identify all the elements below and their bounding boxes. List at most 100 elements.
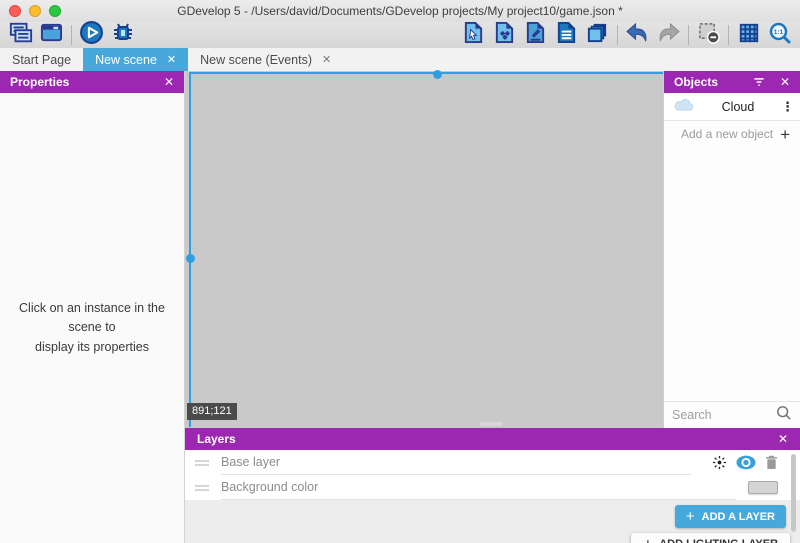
object-row-cloud[interactable]: Cloud ⋮ [664, 93, 800, 121]
search-input[interactable] [672, 408, 770, 422]
tab-start-page[interactable]: Start Page [0, 48, 83, 71]
titlebar: GDevelop 5 - /Users/david/Documents/GDev… [0, 0, 800, 22]
layer-name-field[interactable]: Base layer [221, 450, 691, 475]
gdevelop-window: GDevelop 5 - /Users/david/Documents/GDev… [0, 0, 800, 543]
add-layer-label: ADD A LAYER [702, 511, 775, 523]
layers-stack-icon [586, 21, 609, 49]
properties-panel: Properties ✕ Click on an instance in the… [0, 71, 185, 543]
filter-icon[interactable] [752, 76, 766, 88]
layers-panel: Layers ✕ Base layer [185, 428, 800, 543]
layer-row-base: Base layer [185, 450, 800, 475]
add-layer-button[interactable]: + ADD A LAYER [675, 505, 786, 528]
layers-scrollbar[interactable] [791, 454, 796, 532]
layers-editor-button[interactable] [582, 22, 613, 48]
add-object-row[interactable]: Add a new object + [664, 121, 800, 147]
toolbar-separator [688, 25, 689, 45]
redo-icon [656, 21, 681, 49]
resize-handle-left[interactable] [186, 254, 195, 263]
object-name: Cloud [695, 100, 781, 114]
message-line: Click on an instance in the scene to [6, 299, 178, 338]
layers-panel-header: Layers ✕ [185, 428, 800, 450]
cloud-icon [673, 98, 695, 116]
play-icon [79, 20, 104, 50]
preview-button[interactable] [76, 22, 107, 48]
undo-button[interactable] [622, 22, 653, 48]
panel-title: Layers [197, 432, 236, 446]
close-window-button[interactable] [9, 5, 21, 17]
layer-delete-trash-icon[interactable] [765, 455, 778, 470]
message-line: display its properties [6, 338, 178, 357]
instances-list-button[interactable] [551, 22, 582, 48]
file-list-icon [555, 21, 578, 49]
close-icon[interactable]: ✕ [322, 53, 331, 66]
background-color-swatch[interactable] [748, 481, 778, 494]
properties-editor-button[interactable] [520, 22, 551, 48]
canvas-horizontal-scrollbar[interactable] [480, 422, 502, 426]
file-cursor-icon [462, 21, 485, 49]
layer-name: Background color [221, 480, 318, 494]
workspace: Properties ✕ Click on an instance in the… [0, 71, 800, 543]
layers-footer: + ADD A LAYER + ADD LIGHTING LAYER [185, 500, 800, 543]
grid-button[interactable] [733, 22, 764, 48]
project-manager-button[interactable] [5, 22, 36, 48]
zoom-1-1-icon: 1:1 [768, 21, 792, 50]
debug-button[interactable] [107, 22, 138, 48]
tab-label: New scene [95, 53, 157, 67]
bug-icon [111, 21, 135, 50]
cursor-coordinates-badge: 891;121 [187, 403, 237, 420]
objects-panel-header: Objects ✕ [664, 71, 800, 93]
layer-effects-icon[interactable] [712, 455, 727, 470]
zoom-original-button[interactable]: 1:1 [764, 22, 795, 48]
plus-icon: + [686, 508, 695, 525]
toolbar-right-group: 1:1 [458, 22, 795, 48]
add-lighting-layer-button[interactable]: + ADD LIGHTING LAYER [631, 533, 790, 543]
layer-row-background-color: Background color [185, 475, 800, 500]
project-manager-icon [9, 21, 33, 50]
drag-handle-icon[interactable] [195, 484, 209, 492]
delete-instances-button[interactable] [693, 22, 724, 48]
scene-window-frame [189, 72, 663, 427]
toolbar: 1:1 [0, 22, 800, 48]
properties-empty-message: Click on an instance in the scene to dis… [0, 299, 184, 357]
scene-canvas[interactable]: 891;121 [185, 71, 663, 428]
objects-search-row [664, 401, 800, 428]
toolbar-separator [617, 25, 618, 45]
fullscreen-window-button[interactable] [49, 5, 61, 17]
start-page-button[interactable] [36, 22, 67, 48]
properties-panel-header: Properties ✕ [0, 71, 184, 93]
minimize-window-button[interactable] [29, 5, 41, 17]
delete-selection-icon [697, 21, 720, 49]
resize-handle-top[interactable] [433, 70, 442, 79]
toolbar-separator [71, 25, 72, 45]
window-title: GDevelop 5 - /Users/david/Documents/GDev… [0, 0, 800, 22]
close-icon[interactable]: ✕ [167, 53, 176, 66]
tab-new-scene[interactable]: New scene ✕ [83, 48, 188, 71]
plus-icon[interactable]: + [780, 126, 790, 143]
file-groups-icon [493, 21, 516, 49]
toolbar-separator [728, 25, 729, 45]
search-icon[interactable] [776, 405, 792, 426]
file-pencil-icon [524, 21, 547, 49]
close-icon[interactable]: ✕ [778, 432, 788, 446]
add-object-label: Add a new object [674, 127, 780, 141]
window-controls [9, 5, 61, 17]
panel-title: Objects [674, 75, 718, 89]
add-lighting-layer-label: ADD LIGHTING LAYER [659, 538, 778, 543]
object-groups-button[interactable] [489, 22, 520, 48]
layer-name-field[interactable]: Background color [221, 475, 736, 500]
drag-handle-icon[interactable] [195, 459, 209, 467]
tab-new-scene-events[interactable]: New scene (Events) ✕ [188, 48, 343, 71]
undo-icon [625, 21, 650, 49]
objects-panel: Objects ✕ Cloud ⋮ Add a new object + [663, 71, 800, 428]
layer-visibility-eye-icon[interactable] [736, 455, 756, 470]
objects-editor-button[interactable] [458, 22, 489, 48]
layer-name: Base layer [221, 455, 280, 469]
plus-icon: + [643, 536, 652, 543]
zoom-ratio-label: 1:1 [773, 29, 783, 36]
tab-label: Start Page [12, 53, 71, 67]
kebab-menu-icon[interactable]: ⋮ [781, 99, 791, 115]
tab-bar: Start Page New scene ✕ New scene (Events… [0, 48, 800, 71]
close-icon[interactable]: ✕ [164, 75, 174, 89]
close-icon[interactable]: ✕ [780, 75, 790, 89]
redo-button[interactable] [653, 22, 684, 48]
